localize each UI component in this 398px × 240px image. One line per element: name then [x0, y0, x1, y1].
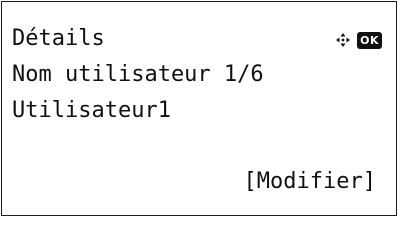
field-value: Utilisateur1 — [12, 98, 171, 123]
screen-title: Détails — [12, 26, 105, 51]
four-way-dpad-icon — [336, 33, 351, 47]
field-label: Nom utilisateur 1/6 — [12, 62, 264, 87]
lcd-screen: Détails OK Nom utilisateur 1/6 Utilisate… — [1, 1, 397, 216]
ok-key-icon: OK — [357, 31, 382, 49]
navigation-indicator: OK — [335, 29, 382, 51]
modify-softkey[interactable]: [Modifier] — [244, 165, 376, 199]
